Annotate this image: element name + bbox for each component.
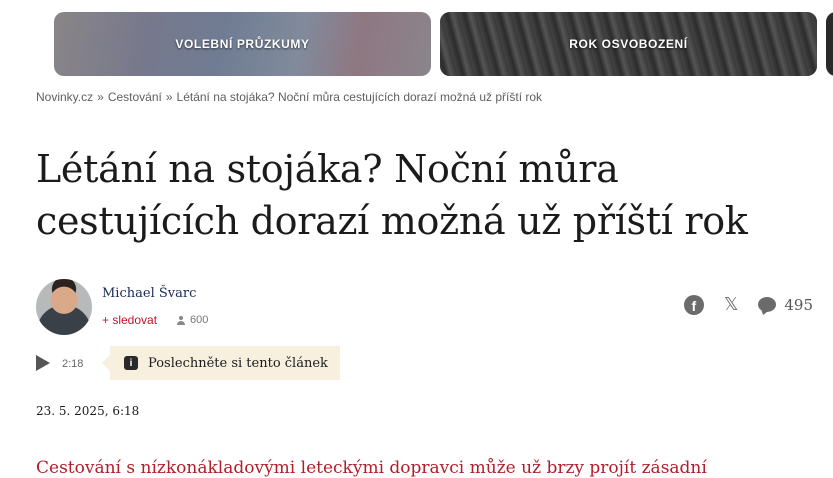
- followers-count: 600: [176, 314, 208, 326]
- x-icon[interactable]: 𝕏: [724, 294, 739, 315]
- comments-count: 495: [784, 295, 813, 314]
- share-bar: f 𝕏 495: [683, 294, 813, 315]
- breadcrumb-separator: »: [97, 90, 104, 104]
- author-name[interactable]: Michael Švarc: [102, 286, 196, 301]
- topic-tile-rok-osvobozeni[interactable]: ROK OSVOBOZENÍ: [440, 12, 817, 76]
- comment-icon: [758, 297, 777, 312]
- topic-tile-next[interactable]: [826, 12, 833, 76]
- topic-tile-volebni-pruzkumy[interactable]: VOLEBNÍ PRŮZKUMY: [54, 12, 431, 76]
- breadcrumb-separator: »: [165, 90, 173, 104]
- breadcrumb-current: Létání na stojáka? Noční můra cestujícíc…: [176, 90, 543, 104]
- facebook-icon[interactable]: f: [683, 294, 704, 315]
- listen-article-button[interactable]: i Poslechněte si tento článek: [102, 346, 340, 380]
- followers-value: 600: [190, 314, 209, 326]
- topic-tile-label: ROK OSVOBOZENÍ: [569, 37, 688, 51]
- topic-tiles: VOLEBNÍ PRŮZKUMY ROK OSVOBOZENÍ: [0, 10, 833, 78]
- breadcrumb-section[interactable]: Cestování: [108, 90, 162, 104]
- publish-date: 23. 5. 2025, 6:18: [36, 404, 140, 418]
- author-avatar[interactable]: [36, 279, 92, 335]
- follow-button[interactable]: + sledovat: [102, 313, 157, 327]
- audio-duration: 2:18: [62, 358, 84, 370]
- breadcrumb: Novinky.cz» Cestování» Létání na stojáka? …: [36, 90, 542, 104]
- topic-tile-image: [826, 12, 833, 76]
- topic-tile-label: VOLEBNÍ PRŮZKUMY: [175, 37, 310, 51]
- breadcrumb-home[interactable]: Novinky.cz: [36, 90, 93, 104]
- article-lead: Cestování s nízkonákladovými leteckými d…: [36, 458, 707, 478]
- article-title: Létání na stojáka? Noční můra cestujícíc…: [36, 147, 748, 243]
- play-icon[interactable]: [36, 355, 50, 371]
- person-icon: [176, 315, 186, 325]
- listen-article-label: Poslechněte si tento článek: [148, 355, 328, 371]
- info-icon: i: [124, 356, 138, 370]
- comments-button[interactable]: 495: [758, 296, 813, 314]
